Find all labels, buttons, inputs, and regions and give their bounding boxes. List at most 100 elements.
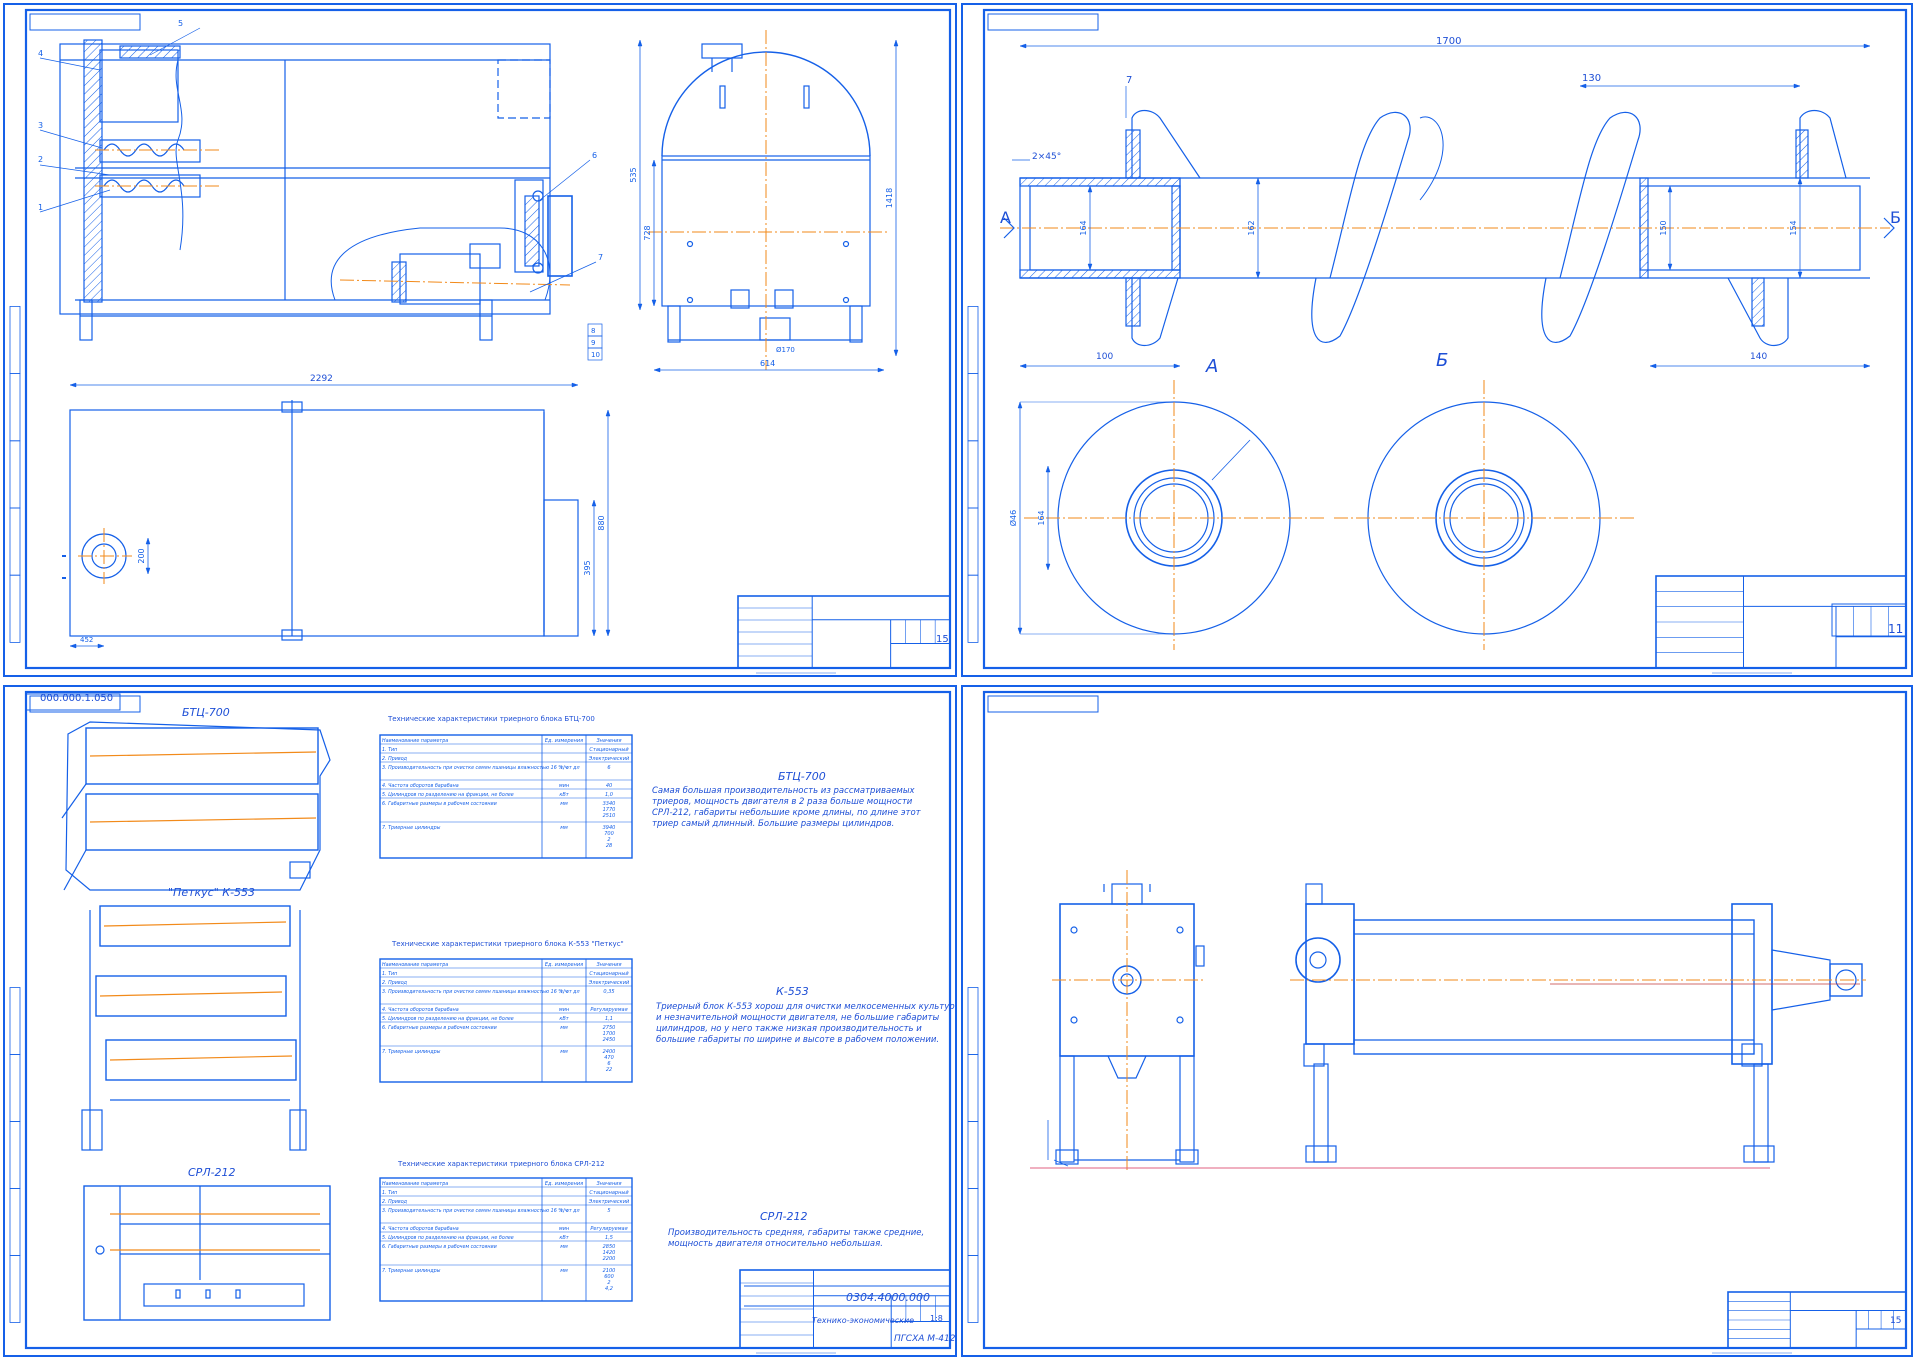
window: [774, 289, 794, 309]
desc3-text: Производительность средняя, габариты так…: [668, 1228, 925, 1249]
callout-number: 10: [591, 351, 600, 359]
table-cell: 5. Цилиндров по разделению на фракции, н…: [382, 792, 514, 798]
binding-strip-cell: [967, 305, 979, 374]
callout-leader: [529, 261, 597, 293]
top-right-sheet-number: 11: [1888, 622, 1904, 636]
table1-caption: Технические характеристики триерного бло…: [388, 715, 595, 723]
table-cell: 1. Тип: [382, 971, 397, 977]
table-cell: 4,2: [605, 1286, 613, 1292]
technical-drawings-svg: 432156789105357281418614Ø170880395200452…: [3, 3, 1913, 1357]
pulley: [391, 261, 407, 303]
srl-bolt: [95, 1245, 105, 1255]
table-header-cell: Наименование параметра: [382, 738, 448, 744]
sketch-btc-700: [61, 721, 331, 891]
k553-axis: [103, 921, 287, 927]
srl-outline: [83, 1185, 331, 1321]
front-leg: [1179, 1055, 1195, 1163]
auger-tube: [99, 139, 201, 163]
leg: [79, 299, 93, 341]
flight-helix: [1541, 111, 1641, 343]
table-cell: 7. Триерные цилиндры: [382, 1268, 441, 1274]
table-cell: мин: [559, 783, 570, 789]
binding-strip-cell: [967, 1255, 979, 1323]
center-line: [339, 279, 571, 286]
slot: [719, 85, 726, 109]
side-bracket: [1741, 1043, 1763, 1067]
dimension-label: 395: [583, 560, 592, 575]
table-cell: 1. Тип: [382, 1190, 397, 1196]
dimension-label: 200: [137, 548, 146, 563]
plan-box: [543, 499, 579, 637]
table-cell: Стационарный: [589, 971, 629, 977]
slot: [803, 85, 810, 109]
end-view: 535 728 1418 614Ø170: [629, 30, 899, 373]
desc2-text: Триерный блок К-553 хорош для очистки ме…: [656, 1002, 955, 1045]
chamfer-dim: 2×45°: [1032, 152, 1062, 162]
flight-section: [1125, 277, 1141, 327]
binding-strip-cell: [9, 1121, 21, 1189]
machine-title-srl: СРЛ-212: [188, 1166, 236, 1179]
bolt: [686, 240, 694, 248]
k553-leg: [81, 1109, 103, 1151]
binding-strip-cell: [9, 507, 21, 576]
table-cell: 5. Цилиндров по разделению на фракции, н…: [382, 1016, 514, 1022]
table-cell: мм: [560, 825, 568, 831]
binding-strip-cell: [9, 987, 21, 1055]
front-leg: [1059, 1055, 1075, 1163]
btc-axis: [89, 751, 317, 757]
table-header-cell: Ед. измерения: [545, 1181, 583, 1187]
callout-number: 7: [598, 253, 603, 262]
spec-table-1: Наименование параметра Ед. измерения Значе…: [379, 734, 633, 859]
binding-strip-cell: [9, 574, 21, 643]
table-cell: Стационарный: [589, 747, 629, 753]
dimension-label: 164: [1037, 510, 1046, 525]
sheet-corner-box: [987, 695, 1099, 713]
table-cell: кВт: [559, 792, 569, 798]
desc2-title: К-553: [776, 985, 809, 998]
table-cell: Регулируемая: [590, 1007, 627, 1013]
side-bracket: [1303, 1043, 1325, 1067]
side-leg: [1313, 1063, 1329, 1163]
table-cell: 5. Цилиндров по разделению на фракции, н…: [382, 1235, 514, 1241]
table-cell: 2200: [603, 1256, 616, 1262]
sheet-bottom-right-assembly: [961, 685, 1913, 1357]
section-mark-a: A: [1000, 208, 1011, 227]
callout-number: 2: [38, 155, 43, 164]
pipe-wall-section: [1019, 177, 1181, 187]
machine-sketches: [61, 721, 331, 1321]
binding-strip-cell: [9, 1054, 21, 1122]
side-hopper: [1305, 883, 1323, 905]
btc-support: [61, 783, 87, 891]
callout-number: 9: [591, 339, 595, 347]
desc1-title: БТЦ-700: [778, 770, 826, 783]
stamp-code: 0304.4000.000: [846, 1291, 930, 1304]
dimension-label: 150: [1659, 220, 1668, 235]
assembly-views: [1030, 870, 1866, 1170]
spec-table-2: Наименование параметра Ед. измерения Значе…: [379, 958, 633, 1083]
view-label-a: А: [1206, 356, 1219, 377]
side-hub: [1309, 951, 1327, 969]
leg: [479, 299, 493, 341]
dimension-label: 614: [760, 359, 775, 368]
flight-top: [1131, 109, 1201, 179]
left-wall-section: [83, 39, 103, 303]
table-header-cell: Наименование параметра: [382, 1181, 448, 1187]
motor-box: [469, 243, 501, 269]
btc-axis: [89, 817, 317, 823]
gear: [524, 195, 540, 267]
table-cell: Стационарный: [589, 1190, 629, 1196]
table-cell: т/ч: [560, 1208, 568, 1214]
hopper-lid: [119, 45, 181, 59]
dimension-label: 1418: [885, 188, 894, 208]
table-cell: 2. Привод: [382, 1199, 408, 1205]
srl-slot: [235, 1289, 241, 1299]
bolt: [1176, 1016, 1184, 1024]
table-cell: 1,1: [605, 1016, 613, 1022]
bolt: [1070, 926, 1078, 934]
binding-strip-cell: [967, 1188, 979, 1256]
binding-strip-cell: [9, 1188, 21, 1256]
bolt: [1070, 1016, 1078, 1024]
table-cell: 5: [607, 1208, 610, 1214]
desc1-text: Самая большая производительность из расс…: [652, 786, 921, 829]
plan-outline: [69, 409, 545, 637]
